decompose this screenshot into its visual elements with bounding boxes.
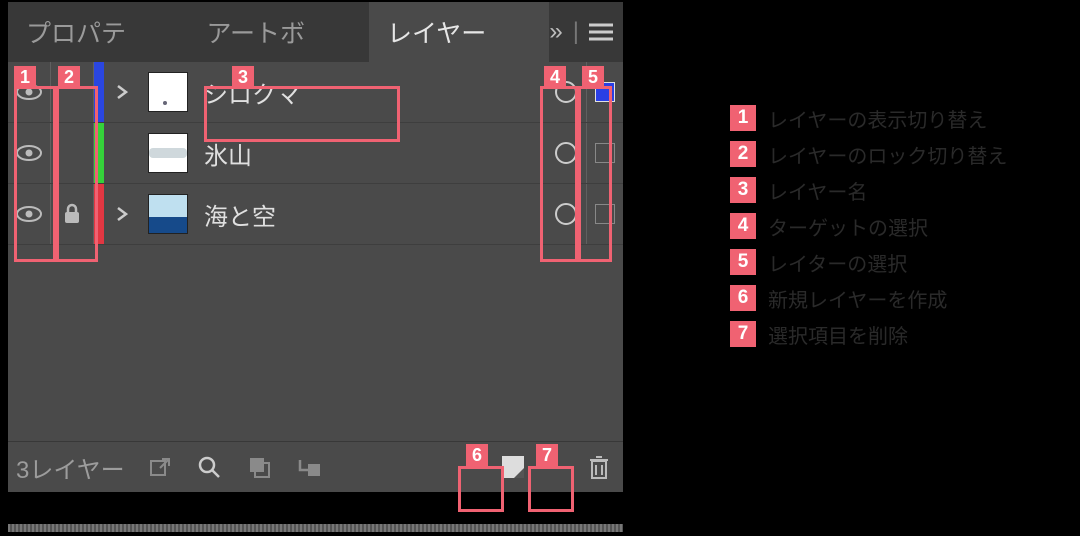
layer-thumbnail	[148, 194, 188, 234]
layer-name[interactable]: 氷山	[196, 132, 546, 175]
legend-text: ターゲットの選択	[768, 212, 928, 241]
target-ring-icon	[555, 142, 577, 164]
selection-indicator[interactable]	[586, 62, 623, 122]
eye-icon	[16, 205, 42, 223]
legend-text: レイヤー名	[768, 176, 867, 205]
layer-color-strip	[94, 184, 104, 244]
visibility-toggle[interactable]	[8, 62, 51, 122]
legend-text: レイヤーのロック切り替え	[768, 140, 1007, 169]
legend-badge: 7	[730, 321, 756, 347]
target-button[interactable]	[546, 203, 586, 225]
legend-row: 7 選択項目を削除	[730, 316, 1007, 352]
layers-panel: プロパテ アートボ レイヤー » | シロクマ氷山海と空 3レイヤー	[0, 0, 628, 536]
layer-thumbnail	[148, 72, 188, 112]
legend-badge: 2	[730, 141, 756, 167]
lock-toggle[interactable]	[51, 184, 94, 244]
layer-row[interactable]: シロクマ	[8, 62, 623, 123]
stage: プロパテ アートボ レイヤー » | シロクマ氷山海と空 3レイヤー	[0, 0, 1080, 536]
panel-menu-icon[interactable]	[589, 23, 613, 41]
layer-name[interactable]: 海と空	[196, 193, 546, 236]
tab-artboard[interactable]: アートボ	[188, 2, 368, 62]
divider: |	[573, 18, 579, 46]
legend: 1 レイヤーの表示切り替え 2 レイヤーのロック切り替え 3 レイヤー名 4 ターゲットの選択…	[730, 100, 1007, 352]
target-ring-icon	[555, 81, 577, 103]
selection-indicator[interactable]	[586, 123, 623, 183]
layer-row[interactable]: 海と空	[8, 184, 623, 245]
layer-empty-area	[8, 245, 623, 441]
lock-icon	[62, 203, 82, 225]
tab-properties[interactable]: プロパテ	[8, 2, 188, 62]
legend-text: レイヤーの表示切り替え	[768, 104, 987, 133]
eye-icon	[16, 144, 42, 162]
search-icon[interactable]	[193, 451, 225, 483]
legend-row: 4 ターゲットの選択	[730, 208, 1007, 244]
collect-layer-icon[interactable]	[243, 451, 275, 483]
layer-color-strip	[94, 123, 104, 183]
panel-tabs: プロパテ アートボ レイヤー » |	[8, 2, 623, 62]
collapse-tabs-icon[interactable]: »	[549, 18, 562, 46]
legend-badge: 5	[730, 249, 756, 275]
legend-badge: 3	[730, 177, 756, 203]
resize-bar[interactable]	[8, 524, 623, 532]
legend-row: 1 レイヤーの表示切り替え	[730, 100, 1007, 136]
layer-color-strip	[94, 62, 104, 122]
layer-thumbnail	[148, 133, 188, 173]
make-sublayer-icon[interactable]	[293, 451, 325, 483]
legend-text: 新規レイヤーを作成	[768, 284, 947, 313]
legend-row: 2 レイヤーのロック切り替え	[730, 136, 1007, 172]
legend-row: 6 新規レイヤーを作成	[730, 280, 1007, 316]
target-button[interactable]	[546, 142, 586, 164]
popout-icon[interactable]	[143, 451, 175, 483]
legend-text: レイターの選択	[768, 248, 907, 277]
legend-badge: 1	[730, 105, 756, 131]
legend-badge: 4	[730, 213, 756, 239]
selection-indicator[interactable]	[586, 184, 623, 244]
legend-row: 3 レイヤー名	[730, 172, 1007, 208]
layer-count-label: 3レイヤー	[16, 450, 125, 485]
expand-toggle[interactable]	[104, 206, 140, 222]
tab-layers[interactable]: レイヤー	[369, 2, 549, 62]
layer-row[interactable]: 氷山	[8, 123, 623, 184]
eye-icon	[16, 83, 42, 101]
legend-badge: 6	[730, 285, 756, 311]
legend-text: 選択項目を削除	[768, 320, 908, 349]
chevron-right-icon	[116, 206, 128, 222]
layer-list: シロクマ氷山海と空	[8, 62, 623, 245]
lock-toggle[interactable]	[51, 62, 94, 122]
selection-box-icon	[595, 204, 615, 224]
selection-box-icon	[595, 82, 615, 102]
new-layer-button[interactable]	[497, 451, 529, 483]
layer-name[interactable]: シロクマ	[196, 71, 546, 114]
visibility-toggle[interactable]	[8, 184, 51, 244]
selection-box-icon	[595, 143, 615, 163]
target-button[interactable]	[546, 81, 586, 103]
expand-toggle[interactable]	[104, 84, 140, 100]
visibility-toggle[interactable]	[8, 123, 51, 183]
delete-button[interactable]	[583, 451, 615, 483]
target-ring-icon	[555, 203, 577, 225]
chevron-right-icon	[116, 84, 128, 100]
lock-toggle[interactable]	[51, 123, 94, 183]
legend-row: 5 レイターの選択	[730, 244, 1007, 280]
panel-footer: 3レイヤー	[8, 441, 623, 492]
